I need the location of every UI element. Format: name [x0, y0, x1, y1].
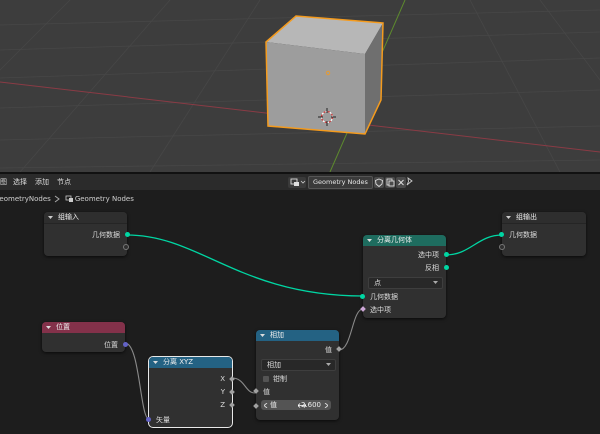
node-header[interactable]: 分离 XYZ [149, 357, 232, 368]
resize-cursor-icon [298, 403, 306, 408]
node-title: 位置 [56, 323, 70, 331]
domain-dropdown[interactable]: 点 [368, 277, 443, 289]
separate-geometry-node[interactable]: 分离几何体 选中项 反相 点 几何数据 选中项 [360, 235, 449, 318]
chevron-down-icon[interactable] [506, 215, 511, 220]
vector-input-socket[interactable] [146, 417, 151, 422]
chevron-down-icon[interactable] [46, 325, 51, 330]
fake-user-button[interactable] [373, 176, 384, 188]
chevron-down-icon[interactable] [260, 333, 265, 338]
menu-select[interactable]: 选择 [13, 177, 27, 187]
field-label: 值 [270, 401, 277, 409]
duplicate-tree-button[interactable] [384, 176, 395, 188]
geometry-input-socket[interactable] [499, 232, 504, 237]
chevron-down-icon[interactable] [367, 238, 372, 243]
node-editor-header: 图 选择 添加 节点 Geometry Nodes [0, 174, 600, 190]
selection-link [338, 308, 364, 351]
clamp-label: 钳制 [273, 375, 287, 383]
operation-dropdown[interactable]: 相加 [261, 359, 336, 371]
chevron-down-icon [433, 281, 438, 284]
node-header[interactable]: 相加 [256, 330, 339, 341]
3d-viewport[interactable] [0, 0, 600, 172]
socket-label: 反相 [425, 264, 439, 272]
node-tree-icon [290, 178, 306, 186]
menu-node[interactable]: 节点 [57, 177, 71, 187]
node-title: 组输出 [516, 213, 537, 221]
socket-label: Y [220, 388, 225, 396]
node-header[interactable]: 组输入 [44, 212, 127, 224]
chevron-down-icon[interactable] [48, 215, 53, 220]
chevron-right-icon[interactable] [324, 403, 328, 408]
domain-value: 点 [374, 279, 381, 287]
x-value-link [231, 377, 256, 394]
node-header[interactable]: 分离几何体 [363, 235, 446, 246]
menu-add[interactable]: 添加 [35, 177, 49, 187]
selection-output-socket[interactable] [444, 252, 449, 257]
geometry-output-socket[interactable] [125, 232, 130, 237]
socket-label: 选中项 [418, 251, 439, 259]
shield-icon [374, 178, 383, 187]
operation-value: 相加 [267, 361, 281, 369]
socket-label: 几何数据 [92, 231, 120, 239]
menu-view[interactable]: 图 [0, 177, 7, 187]
socket-label: Z [220, 401, 225, 409]
position-link [124, 342, 150, 420]
position-output-socket[interactable] [123, 342, 128, 347]
socket-label: 几何数据 [370, 293, 398, 301]
socket-label: X [220, 375, 225, 383]
inverted-output-socket[interactable] [444, 265, 449, 270]
node-title: 分离 XYZ [163, 358, 194, 366]
node-editor-canvas[interactable]: GeometryNodes Geometry Nodes 组输入 几何数据 组输… [0, 190, 600, 434]
node-title: 组输入 [58, 213, 79, 221]
socket-label: 几何数据 [509, 231, 537, 239]
geometry-link [126, 234, 364, 297]
socket-label: 矢量 [156, 416, 170, 424]
socket-label: 位置 [104, 341, 118, 349]
chevron-left-icon[interactable] [264, 403, 268, 408]
value-number-field[interactable]: 值 2.600 [261, 400, 331, 410]
separate-xyz-node[interactable]: 分离 XYZ X Y Z 矢量 [146, 356, 235, 428]
node-header[interactable]: 组输出 [502, 212, 586, 224]
chevron-down-icon[interactable] [153, 360, 158, 365]
socket-label: 值 [325, 346, 332, 354]
duplicate-icon [386, 178, 395, 186]
clamp-checkbox[interactable] [263, 376, 269, 382]
socket-label: 选中项 [370, 306, 391, 314]
node-header[interactable]: 位置 [42, 322, 125, 333]
position-node[interactable]: 位置 位置 [42, 322, 128, 352]
empty-input-socket[interactable] [499, 244, 505, 250]
cube-object[interactable] [265, 15, 384, 135]
node-tree-type-button[interactable] [288, 176, 306, 188]
viewport-scene [0, 0, 600, 172]
empty-output-socket[interactable] [123, 244, 129, 250]
socket-label: 值 [263, 388, 270, 396]
output-geometry-link [445, 234, 503, 256]
group-input-node[interactable]: 组输入 几何数据 [44, 212, 130, 256]
node-tree-selector: Geometry Nodes [288, 175, 406, 189]
pin-icon[interactable] [404, 176, 414, 187]
group-output-node[interactable]: 组输出 几何数据 [499, 212, 586, 256]
math-add-node[interactable]: 相加 值 相加 钳制 值 值 2.600 [253, 330, 342, 420]
chevron-down-icon [326, 363, 331, 366]
node-tree-name-field[interactable]: Geometry Nodes [308, 175, 373, 189]
geometry-input-socket[interactable] [360, 294, 365, 299]
node-title: 相加 [270, 331, 284, 339]
node-title: 分离几何体 [377, 236, 412, 244]
